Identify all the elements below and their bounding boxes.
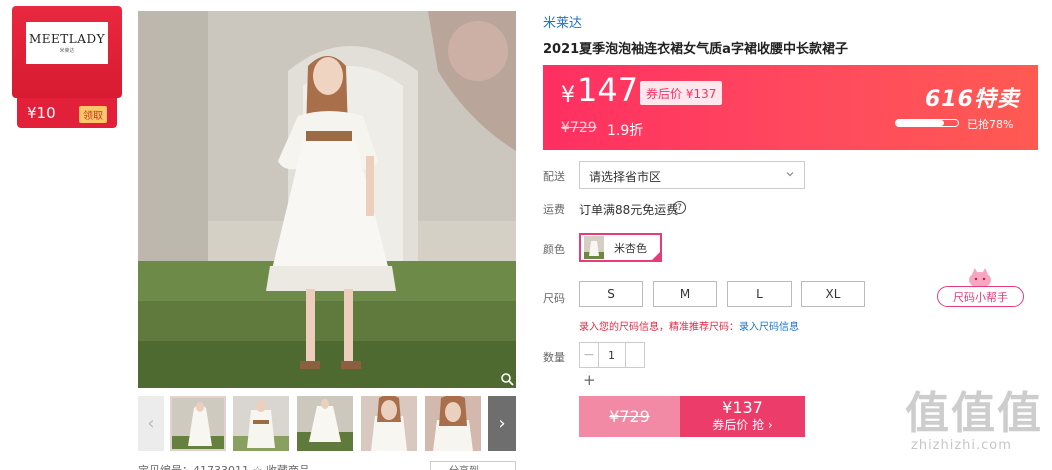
sale-progress-label: 已抢78% <box>967 118 1014 131</box>
thumbnail-1[interactable] <box>170 396 226 451</box>
thumbnail-prev-button[interactable]: ‹ <box>138 396 164 451</box>
price-panel: ¥ 147 券后价 ¥137 ¥729 1.9折 616特卖 已抢78% <box>543 65 1038 150</box>
discount-rate: 1.9折 <box>607 123 644 139</box>
size-helper-button[interactable]: 尺码小帮手 <box>937 286 1024 307</box>
brand-link[interactable]: 米莱达 <box>543 12 582 31</box>
help-icon[interactable]: ? <box>673 201 686 214</box>
shipping-region-select[interactable]: 请选择省市区 <box>579 161 805 189</box>
promo-event-title: 616特卖 <box>925 87 1020 112</box>
store-coupon[interactable]: ¥10 领取 <box>17 98 117 128</box>
size-label: 尺码 <box>543 292 565 305</box>
coupon-amount: ¥10 <box>27 104 56 122</box>
sale-progress-bar <box>895 119 959 127</box>
size-tip: 录入您的尺码信息，精准推荐尺码：录入尺码信息 <box>579 318 799 333</box>
quantity-stepper-box <box>625 342 645 368</box>
quantity-increase-button[interactable]: + <box>583 371 596 389</box>
thumbnail-4[interactable] <box>361 396 417 451</box>
quantity-decrease-button[interactable]: − <box>579 342 599 368</box>
thumbnail-image <box>361 396 417 451</box>
color-thumbnail <box>584 236 604 259</box>
store-logo-text: MEETLADY <box>29 32 105 46</box>
buy-with-coupon-button[interactable]: ¥137 券后价 抢 › <box>680 396 805 437</box>
thumbnail-3[interactable] <box>297 396 353 451</box>
shipping-fee-label: 运费 <box>543 203 565 216</box>
store-logo-subtext: 米莱达 <box>59 48 75 54</box>
thumbnail-next-button[interactable]: › <box>488 396 516 451</box>
shipping-region-value: 请选择省市区 <box>589 170 662 184</box>
quantity-input[interactable]: 1 <box>598 342 626 368</box>
size-tip-link[interactable]: 录入尺码信息 <box>739 322 799 333</box>
size-option-s[interactable]: S <box>579 281 643 307</box>
after-coupon-price-badge: 券后价 ¥137 <box>640 81 723 105</box>
main-product-photo[interactable] <box>138 11 516 388</box>
selected-check-icon <box>650 250 662 262</box>
product-meta-text: 宝贝编号：41733011 ☆ 收藏商品 <box>138 462 310 470</box>
thumbnail-image <box>425 396 481 451</box>
size-option-xl[interactable]: XL <box>801 281 865 307</box>
size-option-l[interactable]: L <box>727 281 792 307</box>
size-option-m[interactable]: M <box>653 281 717 307</box>
current-price: 147 <box>577 71 639 109</box>
color-label: 颜色 <box>543 243 565 256</box>
quantity-label: 数量 <box>543 351 565 364</box>
store-card[interactable]: MEETLADY 米莱达 <box>12 6 122 98</box>
store-logo[interactable]: MEETLADY 米莱达 <box>26 22 108 64</box>
thumbnail-image <box>172 398 224 449</box>
sale-progress-fill <box>896 120 945 126</box>
thumbnail-image <box>233 396 289 451</box>
site-watermark: 值值值 zhizhizhi.com <box>905 390 1045 465</box>
thumbnail-2[interactable] <box>233 396 289 451</box>
color-option-selected[interactable]: 米杏色 <box>579 233 662 262</box>
color-swatch-image <box>584 236 604 259</box>
watermark-logo-text: 值值值 <box>905 388 1043 439</box>
shipping-label: 配送 <box>543 170 565 183</box>
zoom-icon[interactable] <box>500 372 514 386</box>
size-tip-text: 录入您的尺码信息，精准推荐尺码： <box>579 322 739 333</box>
chevron-down-icon <box>786 172 794 177</box>
buy-coupon-label: 券后价 抢 › <box>712 418 773 432</box>
price-currency: ¥ <box>561 83 575 108</box>
product-photo-image <box>138 11 516 388</box>
buy-original-price-button[interactable]: ¥729 <box>579 396 680 437</box>
thumbnail-5[interactable] <box>425 396 481 451</box>
share-button[interactable]: 分享到 <box>430 461 516 470</box>
color-option-label: 米杏色 <box>614 241 647 255</box>
thumbnail-image <box>297 396 353 451</box>
shipping-fee-text: 订单满88元免运费 <box>579 203 679 217</box>
buy-coupon-price: ¥137 <box>722 398 763 417</box>
product-title: 2021夏季泡泡袖连衣裙女气质a字裙收腰中长款裙子 <box>543 42 848 57</box>
original-price: ¥729 <box>561 120 597 136</box>
watermark-url: zhizhizhi.com <box>911 438 1012 453</box>
claim-coupon-button[interactable]: 领取 <box>79 106 107 123</box>
